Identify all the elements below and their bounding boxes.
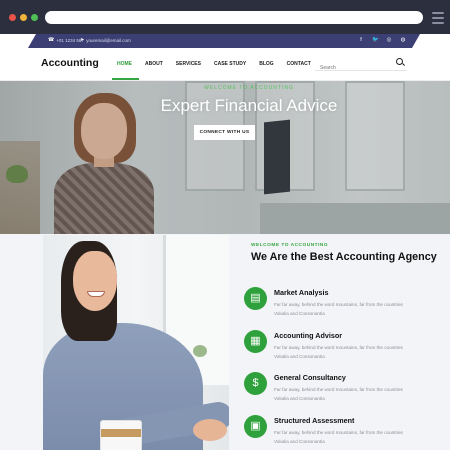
feature-icon-circle: ▣ bbox=[244, 415, 267, 438]
facebook-icon[interactable]: f bbox=[358, 37, 364, 43]
feature-icon-circle: $ bbox=[244, 372, 267, 395]
instagram-icon[interactable]: ◎ bbox=[386, 37, 392, 43]
browser-chrome bbox=[0, 0, 450, 34]
feature-description: Far far away, behind the word mountains,… bbox=[274, 345, 403, 359]
twitter-icon[interactable]: 🐦 bbox=[372, 37, 378, 43]
minimize-window-dot[interactable] bbox=[20, 14, 27, 21]
social-links: f 🐦 ◎ ◍ bbox=[358, 37, 406, 43]
close-window-dot[interactable] bbox=[9, 14, 16, 21]
feature-item: ▣ Structured Assessment Far far away, be… bbox=[244, 415, 444, 450]
feature-icon-circle: ▦ bbox=[244, 330, 267, 353]
feature-item: $ General Consultancy Far far away, behi… bbox=[244, 372, 444, 412]
send-icon: ➤ bbox=[80, 37, 85, 43]
feature-icon-circle: ▤ bbox=[244, 287, 267, 310]
feature-title[interactable]: Market Analysis bbox=[274, 288, 328, 297]
connect-button[interactable]: CONNECT WITH US bbox=[194, 125, 255, 140]
maximize-window-dot[interactable] bbox=[31, 14, 38, 21]
top-info-bar: ☎ +01 1234 567 ➤ youremail@email.com f 🐦… bbox=[28, 34, 420, 48]
browser-menu-icon[interactable] bbox=[432, 12, 444, 27]
nav-item-case-study[interactable]: CASE STUDY bbox=[214, 61, 246, 67]
nav-menu: HOME ABOUT SERVICES CASE STUDY BLOG CONT… bbox=[117, 61, 324, 67]
nav-item-contact[interactable]: CONTACT bbox=[287, 61, 311, 67]
hero-tagline: WELCOME TO ACCOUNTING bbox=[204, 85, 294, 91]
calculator-icon: ▦ bbox=[250, 335, 261, 347]
document-icon: ▣ bbox=[250, 420, 261, 432]
phone-icon: ☎ bbox=[48, 37, 55, 43]
nav-item-blog[interactable]: BLOG bbox=[259, 61, 273, 67]
dribbble-icon[interactable]: ◍ bbox=[400, 37, 406, 43]
search-icon[interactable] bbox=[396, 58, 403, 65]
nav-item-about[interactable]: ABOUT bbox=[145, 61, 163, 67]
address-bar[interactable] bbox=[45, 11, 423, 24]
feature-title[interactable]: Accounting Advisor bbox=[274, 331, 342, 340]
about-photo bbox=[43, 235, 229, 450]
feature-title[interactable]: General Consultancy bbox=[274, 373, 346, 382]
feature-item: ▦ Accounting Advisor Far far away, behin… bbox=[244, 330, 444, 370]
chart-icon: ▤ bbox=[250, 292, 261, 304]
about-title: We Are the Best Accounting Agency bbox=[251, 251, 437, 263]
email-text: youremail@email.com bbox=[86, 37, 131, 43]
feature-description: Far far away, behind the word mountains,… bbox=[274, 302, 403, 316]
feature-item: ▤ Market Analysis Far far away, behind t… bbox=[244, 287, 444, 327]
email-contact[interactable]: ➤ youremail@email.com bbox=[80, 37, 131, 43]
nav-item-home[interactable]: HOME bbox=[117, 61, 132, 67]
feature-title[interactable]: Structured Assessment bbox=[274, 416, 354, 425]
nav-item-services[interactable]: SERVICES bbox=[176, 61, 201, 67]
about-eyebrow: WELCOME TO ACCOUNTING bbox=[251, 243, 329, 248]
feature-description: Far far away, behind the word mountains,… bbox=[274, 387, 403, 401]
active-nav-indicator bbox=[112, 78, 139, 80]
search-input[interactable] bbox=[315, 62, 385, 74]
search-box bbox=[315, 56, 407, 74]
money-icon: $ bbox=[252, 377, 259, 389]
site-logo[interactable]: Accounting bbox=[41, 57, 99, 69]
feature-description: Far far away, behind the word mountains,… bbox=[274, 430, 403, 444]
hero-title: Expert Financial Advice bbox=[160, 96, 338, 115]
phone-contact[interactable]: ☎ +01 1234 567 bbox=[48, 37, 84, 43]
